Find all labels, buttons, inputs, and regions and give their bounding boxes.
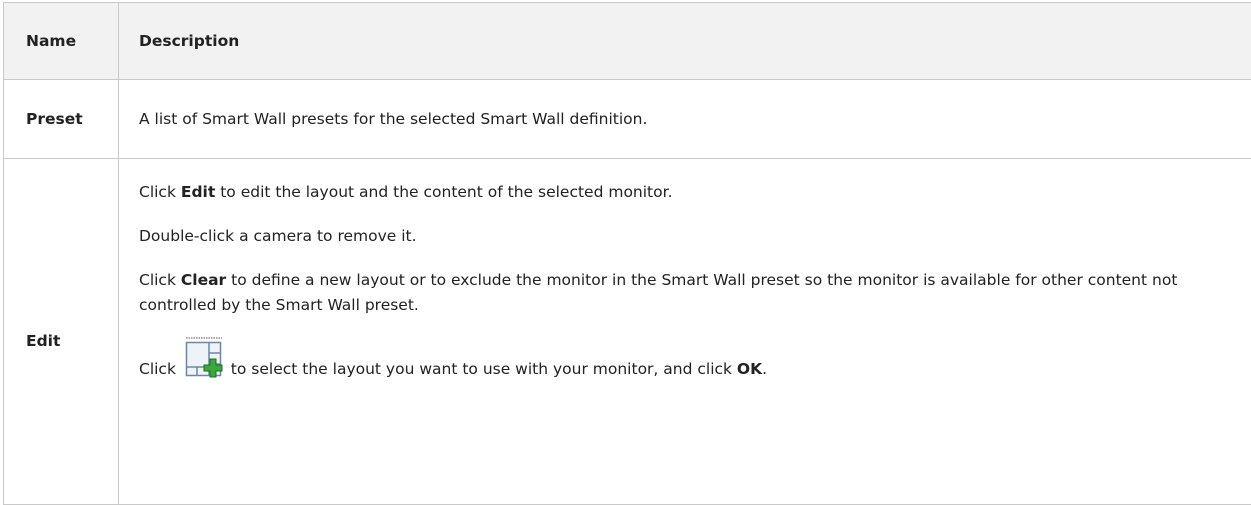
text-segment: to define a new layout or to exclude the… [139, 271, 1177, 314]
row-edit-name: Edit [4, 159, 119, 505]
text-segment: . [762, 360, 767, 378]
row-edit-description: Click Edit to edit the layout and the co… [119, 159, 1251, 505]
edit-paragraph-3: Click Clear to define a new layout or to… [139, 268, 1231, 318]
text-segment: Click [139, 183, 181, 201]
edit-paragraph-4: Click to select the layout you want to u… [139, 337, 1231, 382]
table-header-row: Name Description [4, 3, 1251, 80]
ok-keyword: OK [737, 360, 762, 378]
text-segment: to select the layout you want to use wit… [226, 360, 737, 378]
table-row-edit: Edit Click Edit to edit the layout and t… [4, 159, 1251, 505]
text-segment: Click [139, 360, 181, 378]
clear-keyword: Clear [181, 271, 226, 289]
row-preset-description: A list of Smart Wall presets for the sel… [119, 80, 1251, 159]
text-segment: Click [139, 271, 181, 289]
edit-paragraph-2: Double-click a camera to remove it. [139, 224, 1231, 249]
row-preset-name: Preset [4, 80, 119, 159]
layout-add-icon [184, 337, 224, 379]
description-table: Name Description Preset A list of Smart … [3, 2, 1251, 505]
header-name: Name [4, 3, 119, 80]
edit-paragraph-1: Click Edit to edit the layout and the co… [139, 180, 1231, 205]
header-description: Description [119, 3, 1251, 80]
text-segment: to edit the layout and the content of th… [215, 183, 672, 201]
edit-keyword: Edit [181, 183, 215, 201]
table-row-preset: Preset A list of Smart Wall presets for … [4, 80, 1251, 159]
